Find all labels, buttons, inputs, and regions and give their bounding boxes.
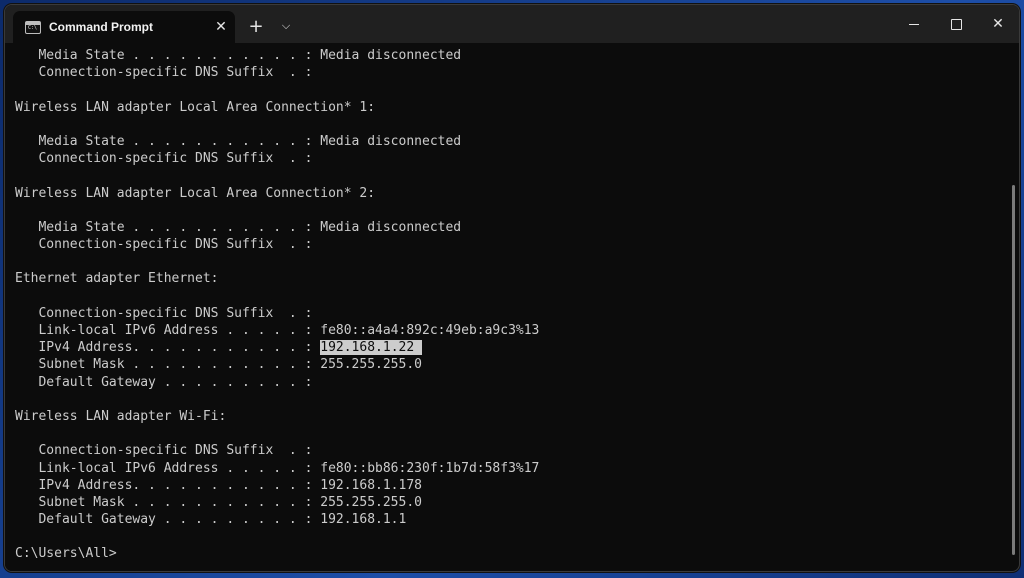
terminal-line-text: Connection-specific DNS Suffix . : [15,151,313,167]
terminal-line-text: IPv4 Address. . . . . . . . . . . : [15,340,321,356]
terminal-line-text: Media State . . . . . . . . . . . : Medi… [15,133,462,149]
terminal-line: Subnet Mask . . . . . . . . . . . : 255.… [15,356,1003,373]
minimize-button[interactable] [893,5,935,43]
terminal-line: Media State . . . . . . . . . . . : Medi… [15,219,1003,236]
terminal-line-text: Connection-specific DNS Suffix . : [15,65,313,81]
scrollbar[interactable] [1012,185,1015,555]
terminal-line-text: Wireless LAN adapter Local Area Connecti… [15,99,376,115]
terminal-line-text: IPv4 Address. . . . . . . . . . . : 192.… [15,477,422,493]
terminal-line-text: Link-local IPv6 Address . . . . . : fe80… [15,323,540,338]
terminal-line: Link-local IPv6 Address . . . . . : fe80… [15,322,1003,339]
terminal-line-text: Default Gateway . . . . . . . . . : [15,374,313,390]
terminal-line-text: Subnet Mask . . . . . . . . . . . : 255.… [15,494,422,510]
maximize-icon [950,18,962,30]
terminal-line: Connection-specific DNS Suffix . : [15,150,1003,167]
close-window-button[interactable]: ✕ [977,5,1019,43]
terminal-line-text: Media State . . . . . . . . . . . : Medi… [15,48,462,63]
title-bar[interactable]: Command Prompt ✕ + ⌵ ✕ [5,5,1019,43]
terminal-line-text: Media State . . . . . . . . . . . : Medi… [15,219,462,235]
terminal-line-text: Wireless LAN adapter Local Area Connecti… [15,185,376,201]
minimize-icon [909,23,919,25]
command-prompt-window: Command Prompt ✕ + ⌵ ✕ Media State . . .… [4,4,1020,572]
terminal-line-text: C:\Users\All> [15,546,117,562]
terminal-icon [25,20,41,34]
tab-command-prompt[interactable]: Command Prompt ✕ [13,11,235,43]
terminal-line: Connection-specific DNS Suffix . : [15,305,1003,322]
terminal-line-text: Link-local IPv6 Address . . . . . : fe80… [15,460,540,476]
terminal-line: Media State . . . . . . . . . . . : Medi… [15,133,1003,150]
terminal-line: Ethernet adapter Ethernet: [15,270,1003,287]
terminal-line-text: Wireless LAN adapter Wi-Fi: [15,408,227,424]
desktop-background: Command Prompt ✕ + ⌵ ✕ Media State . . .… [0,0,1024,578]
terminal-line-text: Connection-specific DNS Suffix . : [15,305,313,321]
terminal-line-text: Default Gateway . . . . . . . . . : 192.… [15,512,407,528]
command-prompt-line: C:\Users\All> [15,545,1003,562]
tab-title: Command Prompt [49,20,154,34]
terminal-line: Connection-specific DNS Suffix . : [15,236,1003,253]
terminal-line: Wireless LAN adapter Wi-Fi: [15,408,1003,425]
terminal-line: Default Gateway . . . . . . . . . : [15,374,1003,391]
maximize-button[interactable] [935,5,977,43]
terminal-line-text: Connection-specific DNS Suffix . : [15,237,313,253]
terminal-line-text: Connection-specific DNS Suffix . : [15,443,313,459]
terminal-line: IPv4 Address. . . . . . . . . . . : 192.… [15,477,1003,494]
terminal-line-text: Ethernet adapter Ethernet: [15,271,219,287]
selected-text[interactable]: 192.168.1.22 [320,340,422,356]
terminal-line-text: Subnet Mask . . . . . . . . . . . : 255.… [15,357,422,373]
terminal-line: IPv4 Address. . . . . . . . . . . : 192.… [15,339,1003,356]
terminal-line: Media State . . . . . . . . . . . : Medi… [15,47,1003,64]
terminal-line: Link-local IPv6 Address . . . . . : fe80… [15,460,1003,477]
terminal-output[interactable]: Media State . . . . . . . . . . . : Medi… [5,43,1003,571]
new-tab-button[interactable]: + [241,11,271,41]
terminal-line: Wireless LAN adapter Local Area Connecti… [15,99,1003,116]
terminal-line: Subnet Mask . . . . . . . . . . . : 255.… [15,494,1003,511]
chevron-down-icon[interactable]: ⌵ [271,11,301,41]
terminal-line: Default Gateway . . . . . . . . . : 192.… [15,511,1003,528]
terminal-line: Connection-specific DNS Suffix . : [15,442,1003,459]
terminal-line: Wireless LAN adapter Local Area Connecti… [15,185,1003,202]
terminal-line: Connection-specific DNS Suffix . : [15,64,1003,81]
close-tab-icon[interactable]: ✕ [207,13,235,41]
